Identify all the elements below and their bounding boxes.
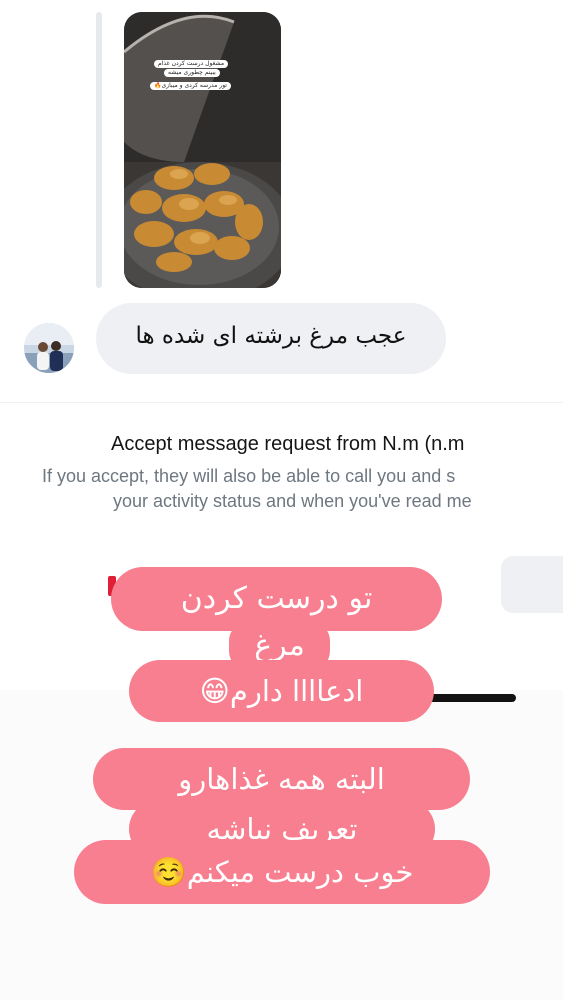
incoming-message-bubble[interactable]: عجب مرغ برشته ای شده ها (96, 303, 446, 374)
sticker-text-line3: ادعاااا دارم😁 (129, 660, 434, 722)
reply-thread-line (96, 12, 102, 288)
divider (0, 402, 563, 403)
chicken-pan-image (124, 12, 281, 288)
story-reply-thumbnail[interactable]: مشغول درست کردن غذام ببینم چطوری میشه تو… (124, 12, 281, 288)
story-caption-line3: تور مدرسه کردی و میبازی🔥 (150, 82, 231, 90)
sticker-text-line6: خوب درست میکنم☺️ (74, 840, 490, 904)
drawn-stroke (426, 694, 516, 702)
profile-photo (24, 323, 74, 373)
request-subtitle-line2: your activity status and when you've rea… (113, 491, 472, 511)
request-title: Accept message request from N.m (n.m (111, 433, 465, 455)
request-subtitle-line1: If you accept, they will also be able to… (42, 466, 456, 486)
story-caption-line1: مشغول درست کردن غذام (154, 60, 229, 68)
avatar[interactable] (24, 323, 74, 373)
incoming-message-text: عجب مرغ برشته ای شده ها (135, 323, 407, 349)
accept-button[interactable] (501, 556, 563, 613)
story-caption-line2: ببینم چطوری میشه (164, 69, 220, 77)
